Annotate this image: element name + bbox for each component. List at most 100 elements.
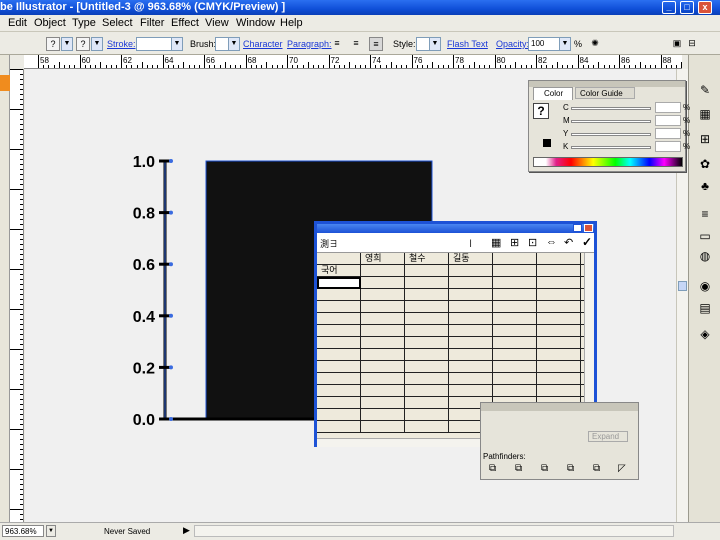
- grid-cell[interactable]: [449, 385, 493, 397]
- grid-cell[interactable]: [317, 313, 361, 325]
- menu-effect[interactable]: Effect: [171, 17, 199, 29]
- stroke-weight-dropdown[interactable]: ▼: [171, 37, 183, 51]
- grid-cell[interactable]: [537, 313, 581, 325]
- switch-xy-icon[interactable]: ⊡: [528, 236, 537, 249]
- grid-cell[interactable]: [493, 277, 537, 289]
- align-icon[interactable]: ⊟: [685, 37, 699, 51]
- grid-cell[interactable]: [537, 301, 581, 313]
- grid-cell[interactable]: [405, 361, 449, 373]
- menu-edit[interactable]: Edit: [8, 17, 27, 29]
- grid-cell[interactable]: [361, 373, 405, 385]
- grid-cell[interactable]: [449, 337, 493, 349]
- grid-cell[interactable]: [449, 301, 493, 313]
- apply-checkmark-icon[interactable]: ✓: [582, 235, 592, 249]
- character-link[interactable]: Character: [243, 39, 283, 49]
- grid-cell[interactable]: [361, 409, 405, 421]
- grid-cell[interactable]: [317, 361, 361, 373]
- magenta-slider[interactable]: [571, 120, 651, 123]
- graph-window-titlebar[interactable]: [317, 224, 594, 233]
- grid-cell[interactable]: [361, 313, 405, 325]
- grid-cell[interactable]: [317, 349, 361, 361]
- grid-cell[interactable]: [537, 349, 581, 361]
- grid-cell[interactable]: [317, 277, 361, 289]
- grid-cell[interactable]: [361, 277, 405, 289]
- menu-select[interactable]: Select: [102, 17, 133, 29]
- brush-dropdown[interactable]: ▼: [228, 37, 240, 51]
- stroke-swatch[interactable]: ?: [76, 37, 90, 51]
- graph-window-close[interactable]: [584, 224, 593, 232]
- flash-text-link[interactable]: Flash Text: [447, 39, 488, 49]
- grid-cell[interactable]: [317, 373, 361, 385]
- status-menu-arrow[interactable]: ▶: [183, 525, 190, 536]
- style-dropdown[interactable]: ▼: [429, 37, 441, 51]
- stroke-label[interactable]: Stroke:: [107, 39, 136, 49]
- color-spectrum[interactable]: [533, 157, 683, 167]
- menu-type[interactable]: Type: [72, 17, 96, 29]
- graph-window-minimize[interactable]: [573, 224, 582, 232]
- grid-cell[interactable]: [493, 349, 537, 361]
- crop-icon[interactable]: ⧉: [567, 463, 574, 474]
- menu-object[interactable]: Object: [34, 17, 66, 29]
- grid-cell[interactable]: [449, 361, 493, 373]
- opacity-label[interactable]: Opacity:: [496, 39, 529, 49]
- grid-cell[interactable]: [317, 289, 361, 301]
- grid-cell[interactable]: [405, 409, 449, 421]
- grid-cell[interactable]: [405, 349, 449, 361]
- transpose-icon[interactable]: ⊞: [510, 236, 519, 249]
- grid-cell[interactable]: [405, 385, 449, 397]
- stroke-panel-icon[interactable]: ≡: [695, 205, 715, 223]
- grid-cell[interactable]: [449, 265, 493, 277]
- import-data-icon[interactable]: ▦: [491, 236, 501, 249]
- grid-cell[interactable]: 국어: [317, 265, 361, 277]
- grid-cell[interactable]: [537, 289, 581, 301]
- expand-button[interactable]: Expand: [588, 431, 628, 442]
- grid-header-cell[interactable]: 길동: [449, 253, 493, 265]
- tab-color[interactable]: Color: [533, 87, 573, 100]
- grid-cell[interactable]: [317, 337, 361, 349]
- grid-cell[interactable]: [405, 289, 449, 301]
- grid-cell[interactable]: [493, 313, 537, 325]
- grid-cell[interactable]: [493, 289, 537, 301]
- maximize-button[interactable]: □: [680, 1, 694, 14]
- align-center-icon[interactable]: ≡: [349, 37, 363, 51]
- grid-cell[interactable]: [361, 337, 405, 349]
- grid-cell[interactable]: [449, 349, 493, 361]
- grid-cell[interactable]: [537, 385, 581, 397]
- horizontal-ruler[interactable]: 58 60 62 64 66 68 70 72 74 76 78 80 82 84 86 88: [24, 55, 682, 69]
- yellow-value-input[interactable]: [655, 128, 681, 139]
- minimize-button[interactable]: _: [662, 1, 676, 14]
- grid-cell[interactable]: [449, 325, 493, 337]
- graphic-styles-icon[interactable]: ✿: [695, 155, 715, 173]
- grid-header-cell[interactable]: [317, 253, 361, 265]
- zoom-dropdown[interactable]: ▼: [46, 525, 56, 537]
- horizontal-scrollbar[interactable]: [194, 525, 674, 537]
- fill-swatch[interactable]: ?: [46, 37, 60, 51]
- grid-cell[interactable]: [537, 265, 581, 277]
- outline-icon[interactable]: ⧉: [593, 463, 600, 474]
- grid-cell[interactable]: [537, 277, 581, 289]
- scroll-thumb[interactable]: [678, 281, 687, 291]
- grid-header-cell[interactable]: [493, 253, 537, 265]
- yellow-slider[interactable]: [571, 133, 651, 136]
- brush-input[interactable]: [215, 37, 229, 51]
- grid-cell[interactable]: [361, 289, 405, 301]
- grid-cell[interactable]: [449, 289, 493, 301]
- menu-filter[interactable]: Filter: [140, 17, 164, 29]
- black-slider[interactable]: [571, 146, 651, 149]
- grid-cell[interactable]: [493, 385, 537, 397]
- trim-icon[interactable]: ⧉: [515, 463, 522, 474]
- grid-cell[interactable]: [361, 301, 405, 313]
- transparency-panel-icon[interactable]: ◍: [695, 247, 715, 265]
- grid-cell[interactable]: [493, 337, 537, 349]
- divide-icon[interactable]: ⧉: [489, 463, 496, 474]
- gradient-panel-icon[interactable]: ▭: [695, 227, 715, 245]
- grid-cell[interactable]: [361, 265, 405, 277]
- revert-icon[interactable]: ↶: [564, 236, 573, 249]
- grid-cell[interactable]: [405, 265, 449, 277]
- brush-panel-icon[interactable]: ✎: [695, 81, 715, 99]
- grid-cell[interactable]: [405, 301, 449, 313]
- zoom-field[interactable]: 963.68%: [2, 525, 44, 537]
- grid-cell[interactable]: [405, 325, 449, 337]
- artboards-panel-icon[interactable]: ◈: [695, 325, 715, 343]
- grid-cell[interactable]: [537, 325, 581, 337]
